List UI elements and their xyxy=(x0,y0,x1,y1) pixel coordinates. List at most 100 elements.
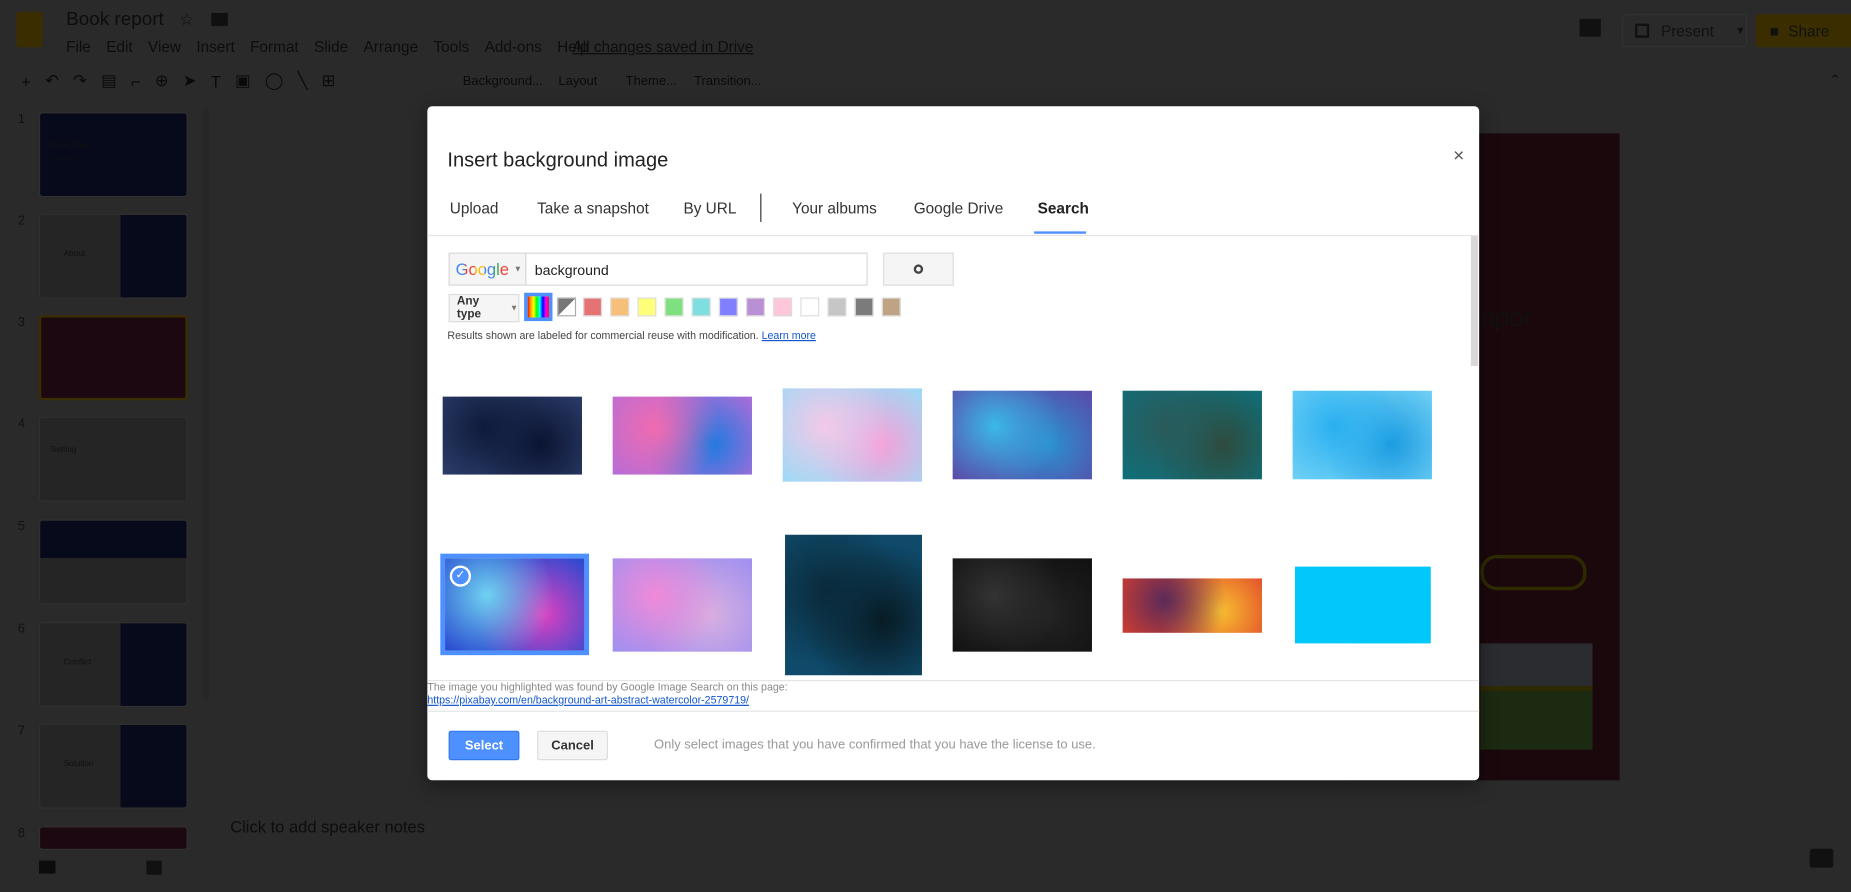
type-filter-select[interactable]: Any type ▼ xyxy=(448,293,520,323)
menu-add-ons[interactable]: Add-ons xyxy=(485,38,542,56)
results-scrollbar[interactable] xyxy=(1470,236,1478,366)
menu-slide[interactable]: Slide xyxy=(314,38,348,56)
search-button[interactable] xyxy=(883,252,954,286)
search-engine-select[interactable]: Google ▼ xyxy=(448,252,527,286)
tab-your-albums[interactable]: Your albums xyxy=(792,200,877,218)
image-result[interactable] xyxy=(782,388,922,482)
textbox-icon[interactable]: T xyxy=(211,71,221,90)
slide-number: 5 xyxy=(17,519,25,534)
shape-icon[interactable]: ◯ xyxy=(265,71,284,91)
comment-add-icon[interactable]: ⊞ xyxy=(322,71,336,91)
learn-more-link[interactable]: Learn more xyxy=(762,329,816,341)
swatch-any-color[interactable] xyxy=(524,292,553,322)
slide-thumbnail[interactable] xyxy=(38,826,188,850)
print-icon[interactable]: ▤ xyxy=(101,71,117,91)
tab-take-a-snapshot[interactable]: Take a snapshot xyxy=(537,200,649,218)
color-swatch[interactable] xyxy=(718,297,738,317)
present-icon xyxy=(1634,23,1650,38)
image-icon[interactable]: ▣ xyxy=(235,71,251,91)
slide-thumbnail[interactable]: Solution xyxy=(38,723,188,809)
slide-thumbnail[interactable]: Conflict xyxy=(38,622,188,708)
image-result[interactable] xyxy=(952,390,1092,480)
slide-number: 7 xyxy=(17,723,25,738)
doc-title[interactable]: Book report xyxy=(66,9,164,30)
undo-icon[interactable]: ↶ xyxy=(45,71,59,91)
color-swatch[interactable] xyxy=(800,297,820,317)
color-swatch[interactable] xyxy=(881,297,901,317)
share-button[interactable]: ■ Share xyxy=(1755,14,1851,48)
slide-thumbnail[interactable]: Setting xyxy=(38,416,188,502)
zoom-icon[interactable]: ⊕ xyxy=(155,71,169,91)
image-result[interactable] xyxy=(612,558,752,652)
explore-icon[interactable] xyxy=(1809,848,1834,868)
slide-thumbnail-subtitle: A report by Your Name xyxy=(50,155,87,161)
theme-button[interactable]: Theme... xyxy=(626,74,677,88)
layout-button[interactable]: Layout xyxy=(558,74,597,88)
slide-thumbnail[interactable] xyxy=(38,519,188,605)
color-swatch[interactable] xyxy=(854,297,874,317)
slide-thumbnail[interactable]: Book Title A report by Your Name xyxy=(38,112,188,198)
image-result[interactable] xyxy=(1295,566,1431,644)
present-button[interactable]: Present ▼ xyxy=(1622,14,1748,48)
swatch-black-white[interactable] xyxy=(557,297,577,317)
background-button[interactable]: Background... xyxy=(463,74,543,88)
slide-number: 4 xyxy=(17,416,25,431)
slide-thumbnail[interactable]: About xyxy=(38,213,188,299)
collapse-icon[interactable]: ⌃ xyxy=(1830,72,1841,87)
list-view-icon[interactable] xyxy=(38,860,56,874)
image-result[interactable] xyxy=(1292,390,1432,480)
line-icon[interactable]: ╲ xyxy=(298,71,308,91)
color-swatch[interactable] xyxy=(637,297,657,317)
select-icon[interactable]: ➤ xyxy=(183,71,197,91)
folder-icon[interactable] xyxy=(211,12,228,26)
image-result[interactable] xyxy=(1122,578,1262,633)
paint-format-icon[interactable]: ⌐ xyxy=(131,71,141,90)
slide-thumbnail-title: Setting xyxy=(50,446,77,455)
menu-edit[interactable]: Edit xyxy=(106,38,132,56)
source-url-link[interactable]: https://pixabay.com/en/background-art-ab… xyxy=(427,694,749,706)
menu-file[interactable]: File xyxy=(66,38,91,56)
tab-upload[interactable]: Upload xyxy=(450,200,499,218)
color-swatch[interactable] xyxy=(691,297,711,317)
transition-button[interactable]: Transition... xyxy=(694,74,761,88)
close-icon[interactable]: × xyxy=(1453,146,1464,167)
image-result[interactable]: ✓ xyxy=(440,553,590,656)
chevron-down-icon[interactable]: ▼ xyxy=(1735,25,1746,37)
color-swatch[interactable] xyxy=(773,297,793,317)
color-swatch[interactable] xyxy=(583,297,603,317)
image-result[interactable] xyxy=(1122,390,1262,480)
grid-view-icon[interactable] xyxy=(146,860,162,875)
select-button[interactable]: Select xyxy=(448,730,520,761)
menu-arrange[interactable]: Arrange xyxy=(364,38,419,56)
slide-number: 3 xyxy=(17,315,25,330)
speaker-notes[interactable]: Click to add speaker notes xyxy=(230,817,425,836)
slide-thumbnail[interactable] xyxy=(38,315,188,401)
tab-google-drive[interactable]: Google Drive xyxy=(914,200,1004,218)
reuse-notice: Results shown are labeled for commercial… xyxy=(447,329,816,342)
comments-icon[interactable] xyxy=(1579,18,1601,37)
cancel-button[interactable]: Cancel xyxy=(537,730,608,761)
redo-icon[interactable]: ↷ xyxy=(73,71,87,91)
star-icon[interactable]: ☆ xyxy=(179,9,194,29)
tab-by-url[interactable]: By URL xyxy=(684,200,737,218)
color-swatch[interactable] xyxy=(610,297,630,317)
tab-search[interactable]: Search xyxy=(1038,200,1089,218)
menu-insert[interactable]: Insert xyxy=(196,38,234,56)
image-result[interactable] xyxy=(952,558,1092,652)
color-swatch[interactable] xyxy=(827,297,847,317)
insert-background-image-dialog: Insert background image × Upload Take a s… xyxy=(427,106,1480,781)
search-input[interactable]: background xyxy=(525,252,868,286)
image-result[interactable] xyxy=(785,534,922,676)
image-result[interactable] xyxy=(612,396,752,475)
menu-view[interactable]: View xyxy=(148,38,181,56)
color-swatch[interactable] xyxy=(746,297,765,317)
menu-format[interactable]: Format xyxy=(250,38,299,56)
new-slide-icon[interactable]: + xyxy=(21,71,31,90)
filmstrip-scrollbar[interactable] xyxy=(203,108,209,699)
slide-thumbnail-title: Book Title xyxy=(50,141,88,150)
slides-logo[interactable] xyxy=(16,11,43,48)
color-swatch[interactable] xyxy=(664,297,684,317)
save-status[interactable]: All changes saved in Drive xyxy=(573,38,754,56)
image-result[interactable] xyxy=(442,396,582,475)
menu-tools[interactable]: Tools xyxy=(433,38,469,56)
